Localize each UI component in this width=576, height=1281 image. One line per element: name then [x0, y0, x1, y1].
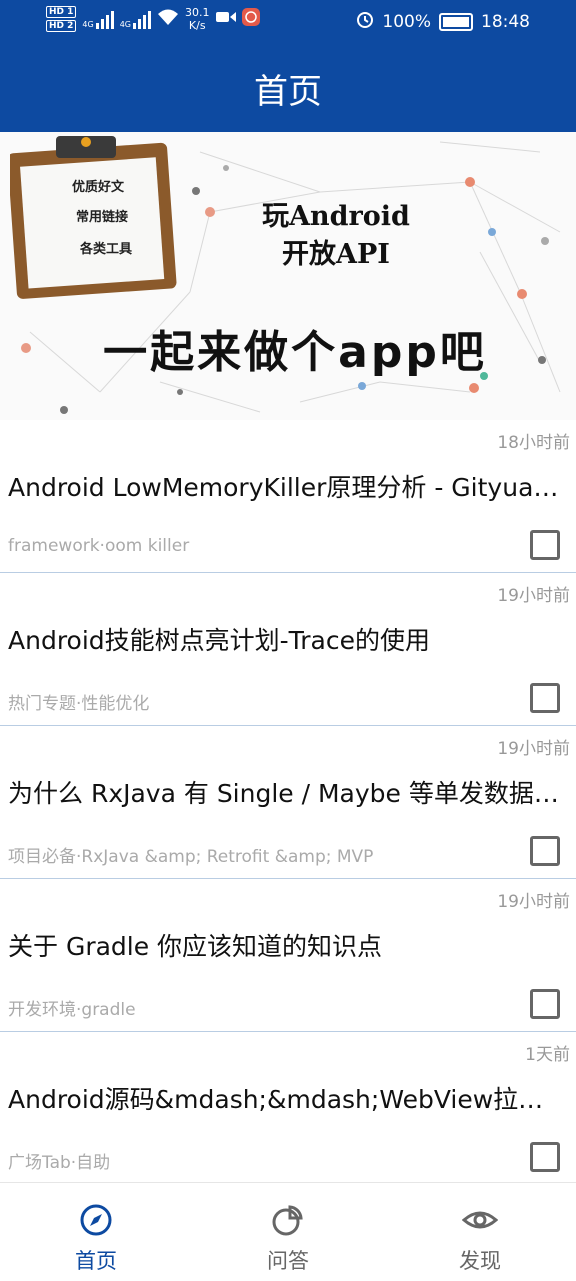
article-title[interactable]: Android LowMemoryKiller原理分析 - Gityuan博客 … [8, 468, 568, 504]
article-tags: 开发环境·gradle [8, 1000, 136, 1020]
article-tags: 项目必备·RxJava &amp; Retrofit &amp; MVP [8, 847, 374, 867]
article-tags: 热门专题·性能优化 [8, 694, 150, 714]
battery-icon [439, 12, 473, 31]
favorite-checkbox[interactable] [530, 1142, 560, 1172]
article-time: 19小时前 [497, 892, 570, 912]
battery-percent: 100% [382, 11, 431, 32]
alarm-icon [356, 10, 374, 33]
article-title[interactable]: Android源码&mdash;&mdash;WebView拉起三方应用 [8, 1080, 568, 1116]
article-time: 19小时前 [497, 586, 570, 606]
signal-icon: 4G [82, 9, 114, 29]
banner-title: 玩Android 开放API [246, 198, 426, 274]
favorite-checkbox[interactable] [530, 836, 560, 866]
favorite-checkbox[interactable] [530, 530, 560, 560]
article-title[interactable]: 关于 Gradle 你应该知道的知识点 [8, 927, 568, 963]
banner-title-line2: 开放API [282, 239, 390, 270]
signal1-label: 4G [82, 20, 94, 29]
article-title[interactable]: 为什么 RxJava 有 Single / Maybe 等单发数据类型？ [8, 774, 568, 810]
video-icon [215, 9, 236, 29]
article-item[interactable]: 19小时前 为什么 RxJava 有 Single / Maybe 等单发数据类… [0, 726, 576, 879]
pie-chart-icon [271, 1203, 305, 1241]
article-time: 19小时前 [497, 739, 570, 759]
article-time: 1天前 [525, 1045, 570, 1065]
article-item[interactable]: 1天前 Android源码&mdash;&mdash;WebView拉起三方应用… [0, 1032, 576, 1185]
app-notification-icon [241, 7, 260, 31]
banner[interactable]: 优质好文 常用链接 各类工具 玩Android 开放API 一起来做个app吧 [0, 132, 576, 420]
article-title[interactable]: Android技能树点亮计划-Trace的使用 [8, 621, 568, 657]
favorite-checkbox[interactable] [530, 989, 560, 1019]
net-speed-unit: K/s [188, 19, 206, 32]
home-compass-icon [79, 1203, 113, 1241]
clock: 18:48 [481, 11, 530, 32]
article-list: 18小时前 Android LowMemoryKiller原理分析 - Gity… [0, 420, 576, 1185]
nav-home-label: 首页 [75, 1249, 117, 1273]
bottom-navigation: 首页 问答 发现 [0, 1182, 576, 1281]
nav-home[interactable]: 首页 [0, 1183, 192, 1281]
eye-icon [461, 1203, 499, 1241]
article-item[interactable]: 19小时前 关于 Gradle 你应该知道的知识点 开发环境·gradle [0, 879, 576, 1032]
wifi-icon [157, 8, 179, 31]
article-tags: 广场Tab·自助 [8, 1153, 111, 1173]
sim1-label: HD 1 [46, 6, 77, 18]
app-bar: 首页 [0, 44, 576, 132]
status-bar: HD 1 HD 2 4G 4G 30.1 K/s 100% 18:48 [0, 0, 576, 44]
nav-discover-label: 发现 [459, 1249, 501, 1273]
sim2-label: HD 2 [46, 20, 77, 32]
article-item[interactable]: 18小时前 Android LowMemoryKiller原理分析 - Gity… [0, 420, 576, 573]
article-time: 18小时前 [497, 433, 570, 453]
nav-qa-label: 问答 [267, 1249, 309, 1273]
favorite-checkbox[interactable] [530, 683, 560, 713]
clipboard-item-2: 常用链接 [76, 210, 129, 225]
banner-title-line1: 玩Android [262, 201, 410, 232]
net-speed: 30.1 K/s [185, 6, 210, 32]
signal2-icon: 4G [120, 9, 151, 29]
net-speed-value: 30.1 [185, 6, 210, 19]
banner-slogan: 一起来做个app吧 [103, 327, 487, 378]
page-title: 首页 [254, 71, 322, 112]
signal2-label: 4G [119, 20, 131, 29]
nav-discover[interactable]: 发现 [384, 1183, 576, 1281]
article-item[interactable]: 19小时前 Android技能树点亮计划-Trace的使用 热门专题·性能优化 [0, 573, 576, 726]
nav-qa[interactable]: 问答 [192, 1183, 384, 1281]
article-tags: framework·oom killer [8, 536, 190, 556]
clipboard-item-3: 各类工具 [80, 242, 133, 257]
sim-indicator: HD 1 HD 2 [46, 6, 77, 32]
clipboard-item-1: 优质好文 [72, 180, 125, 195]
